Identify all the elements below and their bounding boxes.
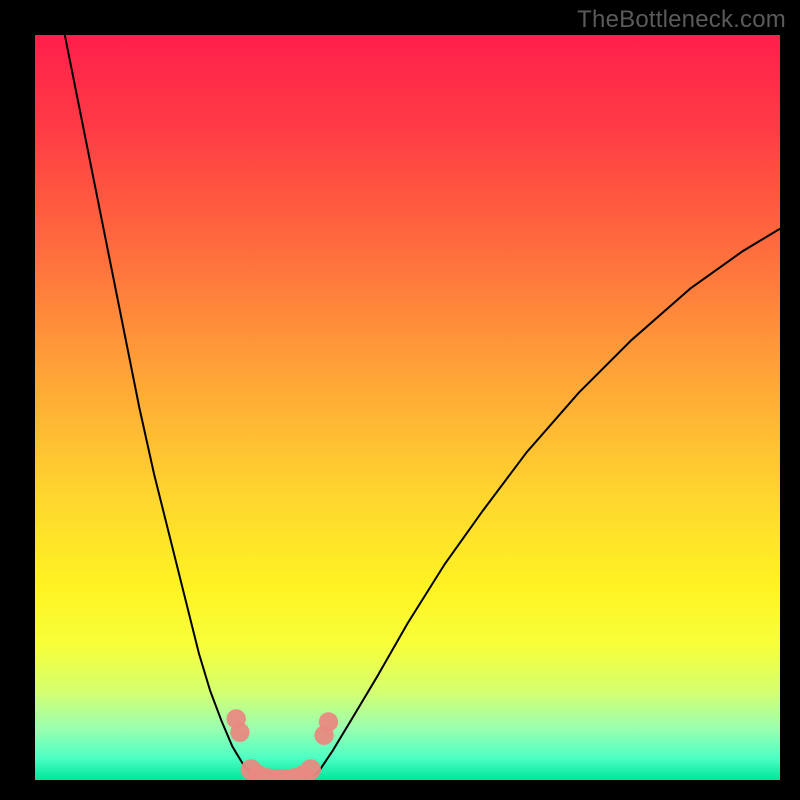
highlight-marker <box>300 759 321 780</box>
watermark: TheBottleneck.com <box>577 6 786 34</box>
chart-frame: TheBottleneck.com <box>0 0 800 800</box>
bottleneck-curve <box>35 35 780 780</box>
curve-path <box>65 35 780 780</box>
highlight-marker <box>319 712 338 731</box>
plot-area <box>35 35 780 780</box>
highlight-marker <box>230 723 249 742</box>
